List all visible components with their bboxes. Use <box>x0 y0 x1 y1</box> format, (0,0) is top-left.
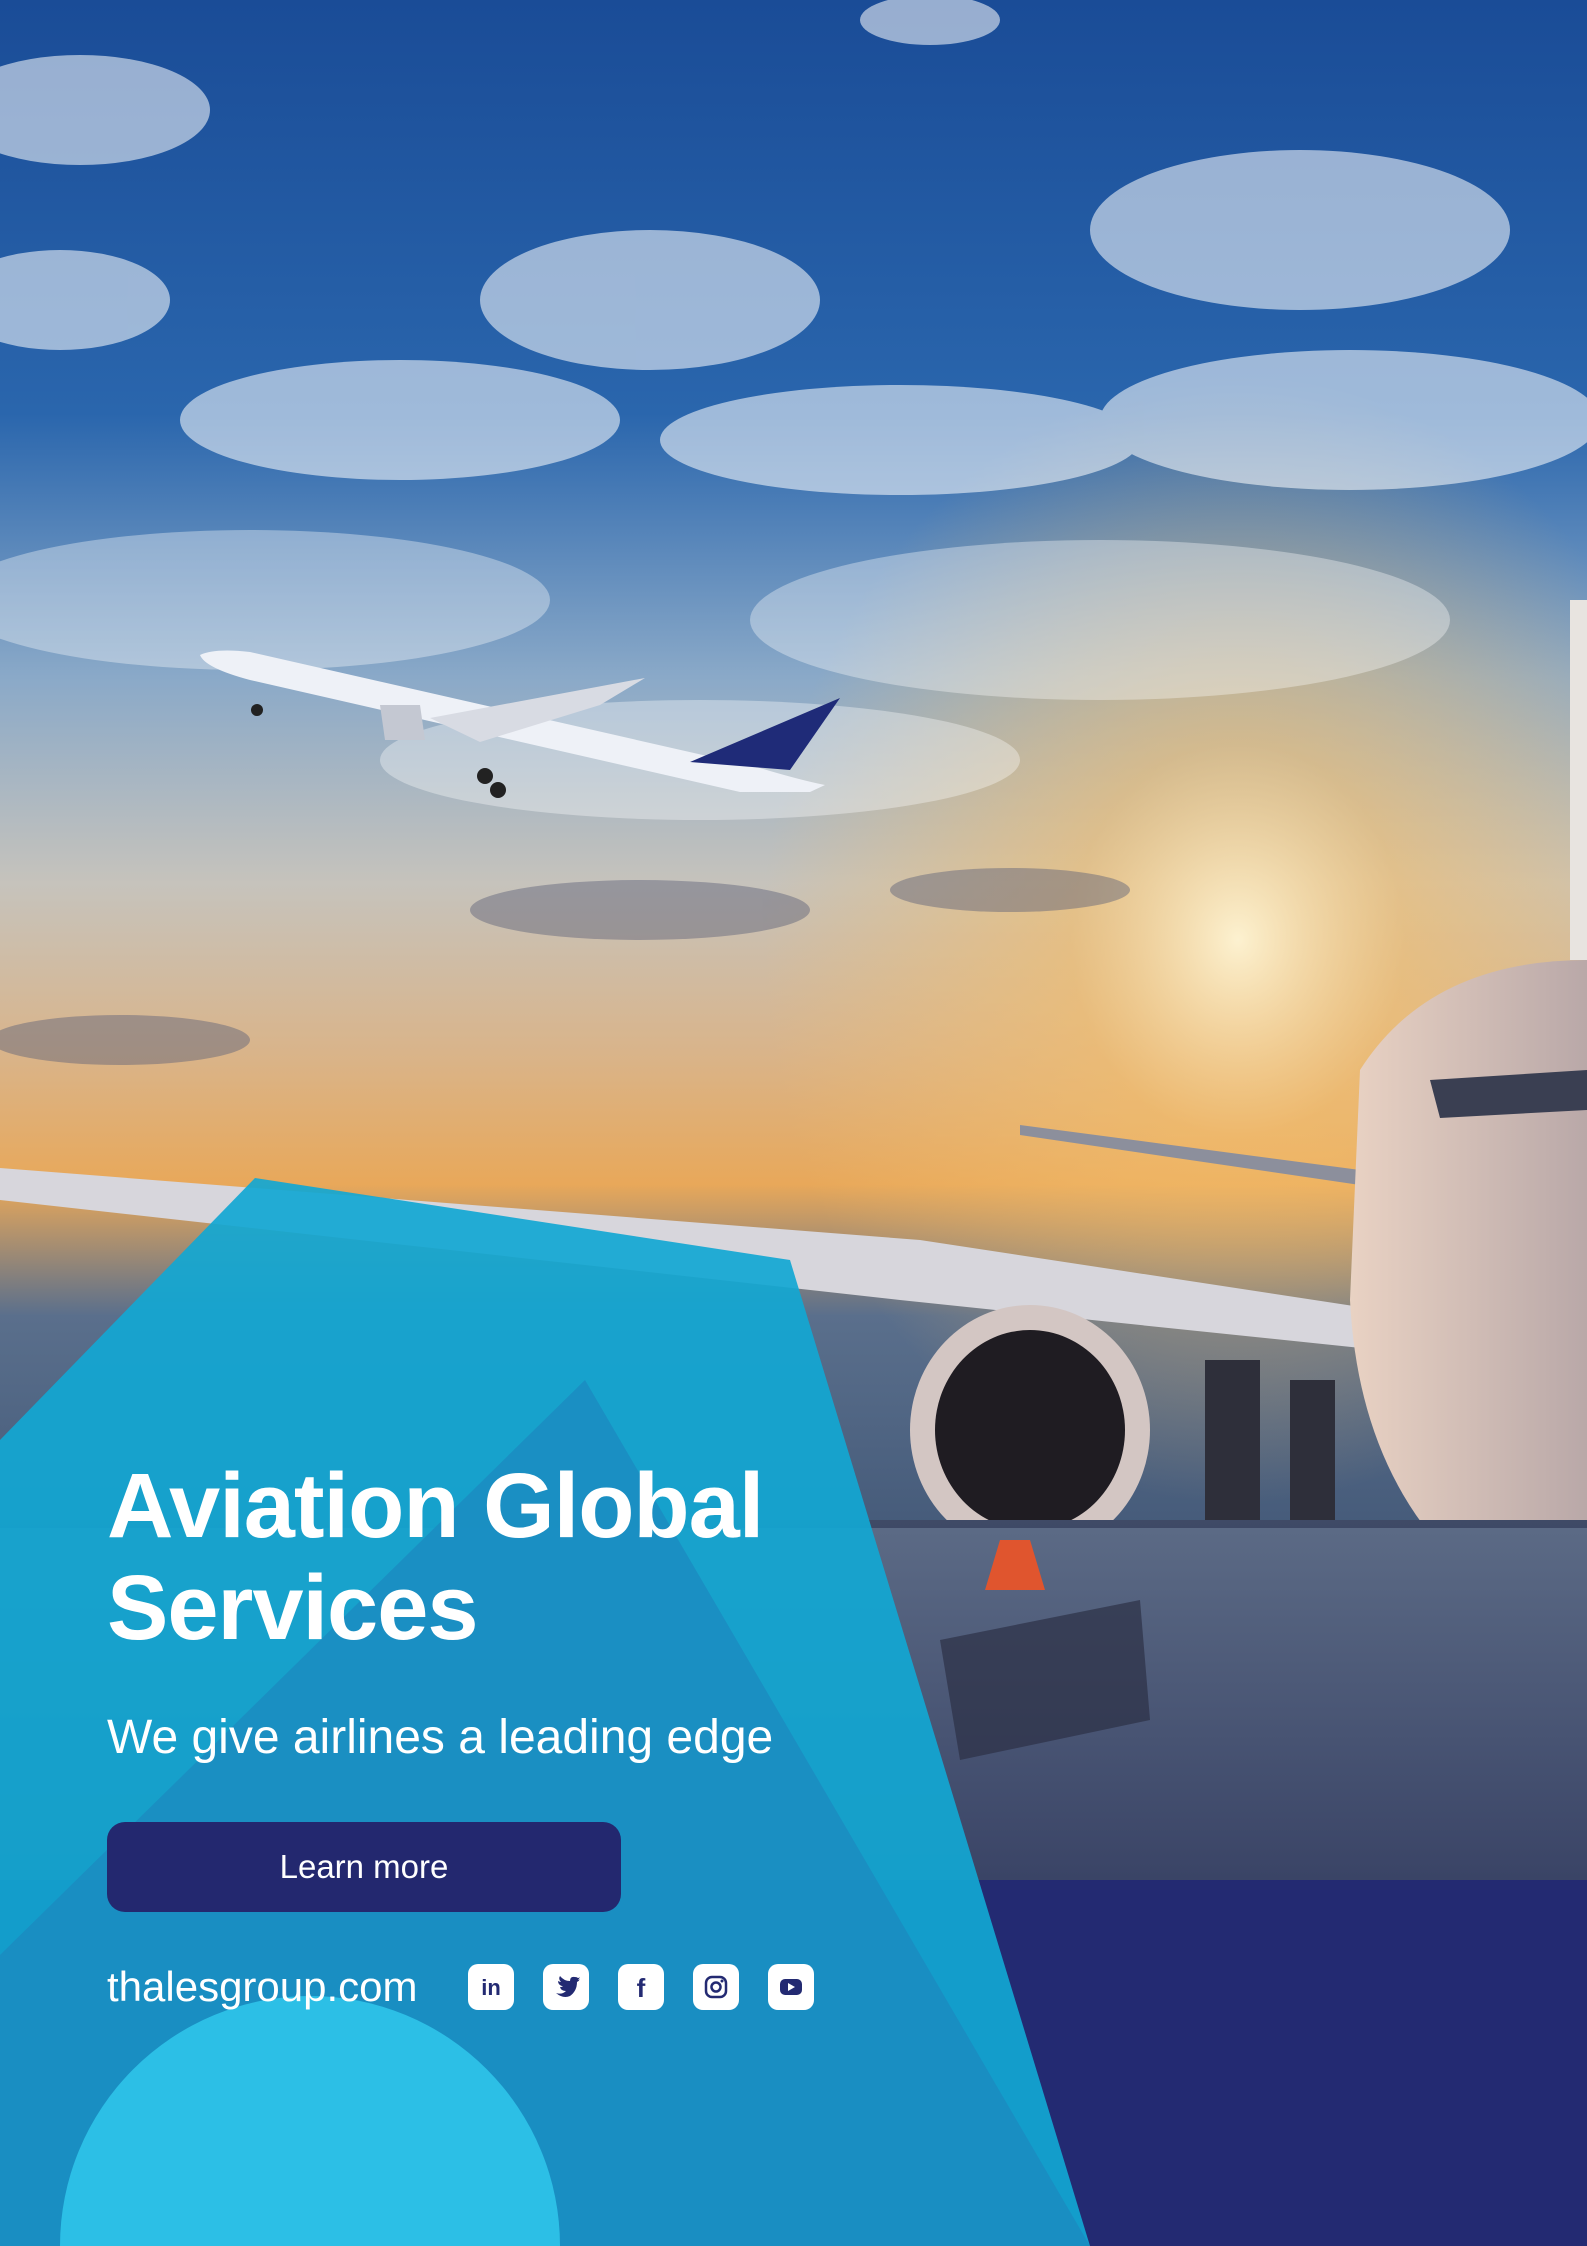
instagram-icon[interactable] <box>692 1964 739 2010</box>
page-title: Aviation Global Services <box>107 1455 867 1659</box>
website-link[interactable]: thalesgroup.com <box>107 1963 418 2011</box>
svg-text:f: f <box>636 1973 645 2003</box>
twitter-icon[interactable] <box>542 1964 589 2010</box>
learn-more-label: Learn more <box>279 1848 449 1885</box>
brochure-page: Aviation Global Services We give airline… <box>0 0 1587 2246</box>
learn-more-button[interactable]: Learn more <box>107 1822 621 1912</box>
youtube-icon[interactable] <box>767 1964 814 2010</box>
title-line-1: Aviation Global <box>107 1455 764 1557</box>
facebook-icon[interactable]: f <box>617 1964 664 2010</box>
linkedin-icon[interactable]: in <box>467 1964 514 2010</box>
tagline: We give airlines a leading edge <box>107 1711 774 1764</box>
svg-text:in: in <box>481 1975 501 2000</box>
title-line-2: Services <box>107 1557 479 1659</box>
social-links: in f <box>467 1964 814 2010</box>
footer-row: thalesgroup.com in f <box>107 1963 814 2011</box>
